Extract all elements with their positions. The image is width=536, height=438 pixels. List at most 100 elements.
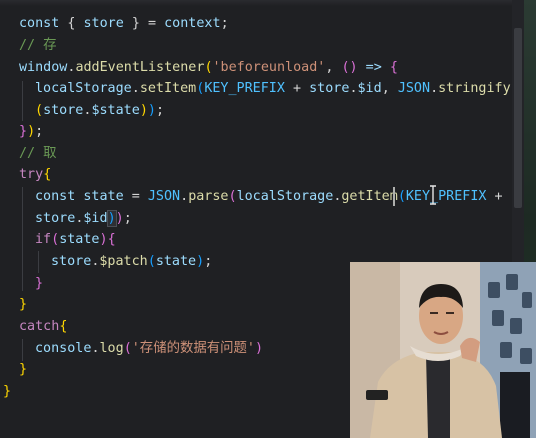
code-line[interactable]: try{ (19, 164, 51, 185)
code-token: { (389, 60, 398, 75)
code-token: } (35, 276, 44, 291)
code-token: try (19, 167, 44, 182)
code-line[interactable]: catch{ (19, 316, 67, 337)
code-token: + (486, 189, 503, 204)
code-token: localStorage (236, 189, 334, 204)
code-line[interactable]: const { store } = context; (19, 13, 229, 34)
code-token: } (3, 384, 12, 399)
indent-guide (22, 187, 23, 291)
code-token: if (35, 232, 52, 247)
code-token: ( (35, 103, 44, 118)
code-token: catch (19, 319, 60, 334)
code-token: state (155, 254, 197, 269)
code-token: '存储的数据有问题' (131, 341, 255, 356)
indent-guide (22, 81, 23, 121)
code-token: ) (196, 254, 205, 269)
code-token: () (341, 60, 358, 75)
code-token: . (349, 81, 358, 96)
code-token: => (357, 60, 390, 75)
code-line[interactable]: localStorage.setItem(KEY_PREFIX + store.… (35, 78, 511, 99)
code-token: = (123, 189, 148, 204)
code-token: KEY_PREFIX (204, 81, 285, 96)
code-token: } (19, 362, 28, 377)
code-line[interactable]: if(state){ (35, 229, 116, 250)
code-token: ) (115, 211, 124, 226)
code-token: // 存 (19, 38, 57, 53)
code-token: ) (27, 124, 36, 139)
code-line[interactable]: window.addEventListener('beforeunload', … (19, 57, 398, 78)
code-token: parse (188, 189, 229, 204)
code-token: $id (357, 81, 382, 96)
code-token: const (35, 189, 76, 204)
text-cursor (393, 187, 395, 206)
code-token: store (43, 103, 84, 118)
code-line[interactable]: console.log('存储的数据有问题') (35, 338, 263, 359)
indent-guide (38, 251, 39, 273)
indent-guide (22, 339, 23, 361)
code-token: . (131, 81, 140, 96)
code-token: ; (123, 211, 132, 226)
code-token: . (91, 341, 100, 356)
code-token: ) (139, 103, 148, 118)
code-token: store (309, 81, 350, 96)
code-token: ; (35, 124, 44, 139)
code-token: ( (228, 189, 237, 204)
code-line[interactable]: store.$id)); (35, 208, 132, 229)
code-token: ( (204, 60, 213, 75)
code-token: store (35, 211, 76, 226)
code-token: JSON (397, 81, 431, 96)
code-token: $id (83, 211, 108, 226)
code-token: ) (106, 210, 117, 227)
code-token: state (59, 232, 100, 247)
editor-top-strip (0, 0, 512, 6)
code-token: } = (123, 16, 165, 31)
code-token: KEY_PREFIX (405, 189, 487, 204)
ibeam-cursor-icon (430, 185, 436, 205)
code-token: , (325, 60, 342, 75)
code-line[interactable]: }); (19, 121, 43, 142)
code-line[interactable]: } (35, 273, 43, 294)
code-token: } (19, 124, 28, 139)
code-token: , (381, 81, 398, 96)
code-token: $state (91, 103, 140, 118)
code-line[interactable]: (store.$state)); (35, 100, 164, 121)
code-token: stringify (438, 81, 511, 96)
code-token: . (180, 189, 189, 204)
code-line[interactable]: // 取 (19, 143, 57, 164)
code-token: { (59, 319, 68, 334)
code-line[interactable]: } (19, 294, 27, 315)
code-token: ) (255, 341, 264, 356)
code-token: . (430, 81, 439, 96)
code-line[interactable]: // 存 (19, 35, 57, 56)
code-line[interactable]: } (19, 359, 27, 380)
code-token: ( (123, 341, 132, 356)
code-token: ) (99, 232, 108, 247)
code-token: $patch (99, 254, 148, 269)
code-line[interactable]: } (3, 381, 11, 402)
code-token: ; (155, 103, 164, 118)
code-token: 'beforeunload' (212, 60, 326, 75)
code-token: state (83, 189, 124, 204)
code-token: ( (51, 232, 60, 247)
code-token: window (19, 60, 68, 75)
code-token: ; (204, 254, 213, 269)
code-token: ; (220, 16, 229, 31)
code-token: // 取 (19, 146, 57, 161)
code-token: addEventListener (75, 60, 205, 75)
code-token: store (51, 254, 92, 269)
code-token: store (83, 16, 124, 31)
code-token: log (99, 341, 124, 356)
code-token: const (19, 16, 60, 31)
code-token: { (107, 232, 116, 247)
code-line[interactable]: store.$patch(state); (51, 251, 212, 272)
scrollbar-thumb[interactable] (514, 28, 522, 208)
code-token: console (35, 341, 92, 356)
code-token: ( (147, 254, 156, 269)
code-token: getItem (341, 189, 398, 204)
code-token: } (19, 297, 28, 312)
code-token: context (164, 16, 221, 31)
code-token: + (284, 81, 310, 96)
code-token: localStorage (35, 81, 132, 96)
code-token: ( (397, 189, 406, 204)
code-token: { (59, 16, 84, 31)
